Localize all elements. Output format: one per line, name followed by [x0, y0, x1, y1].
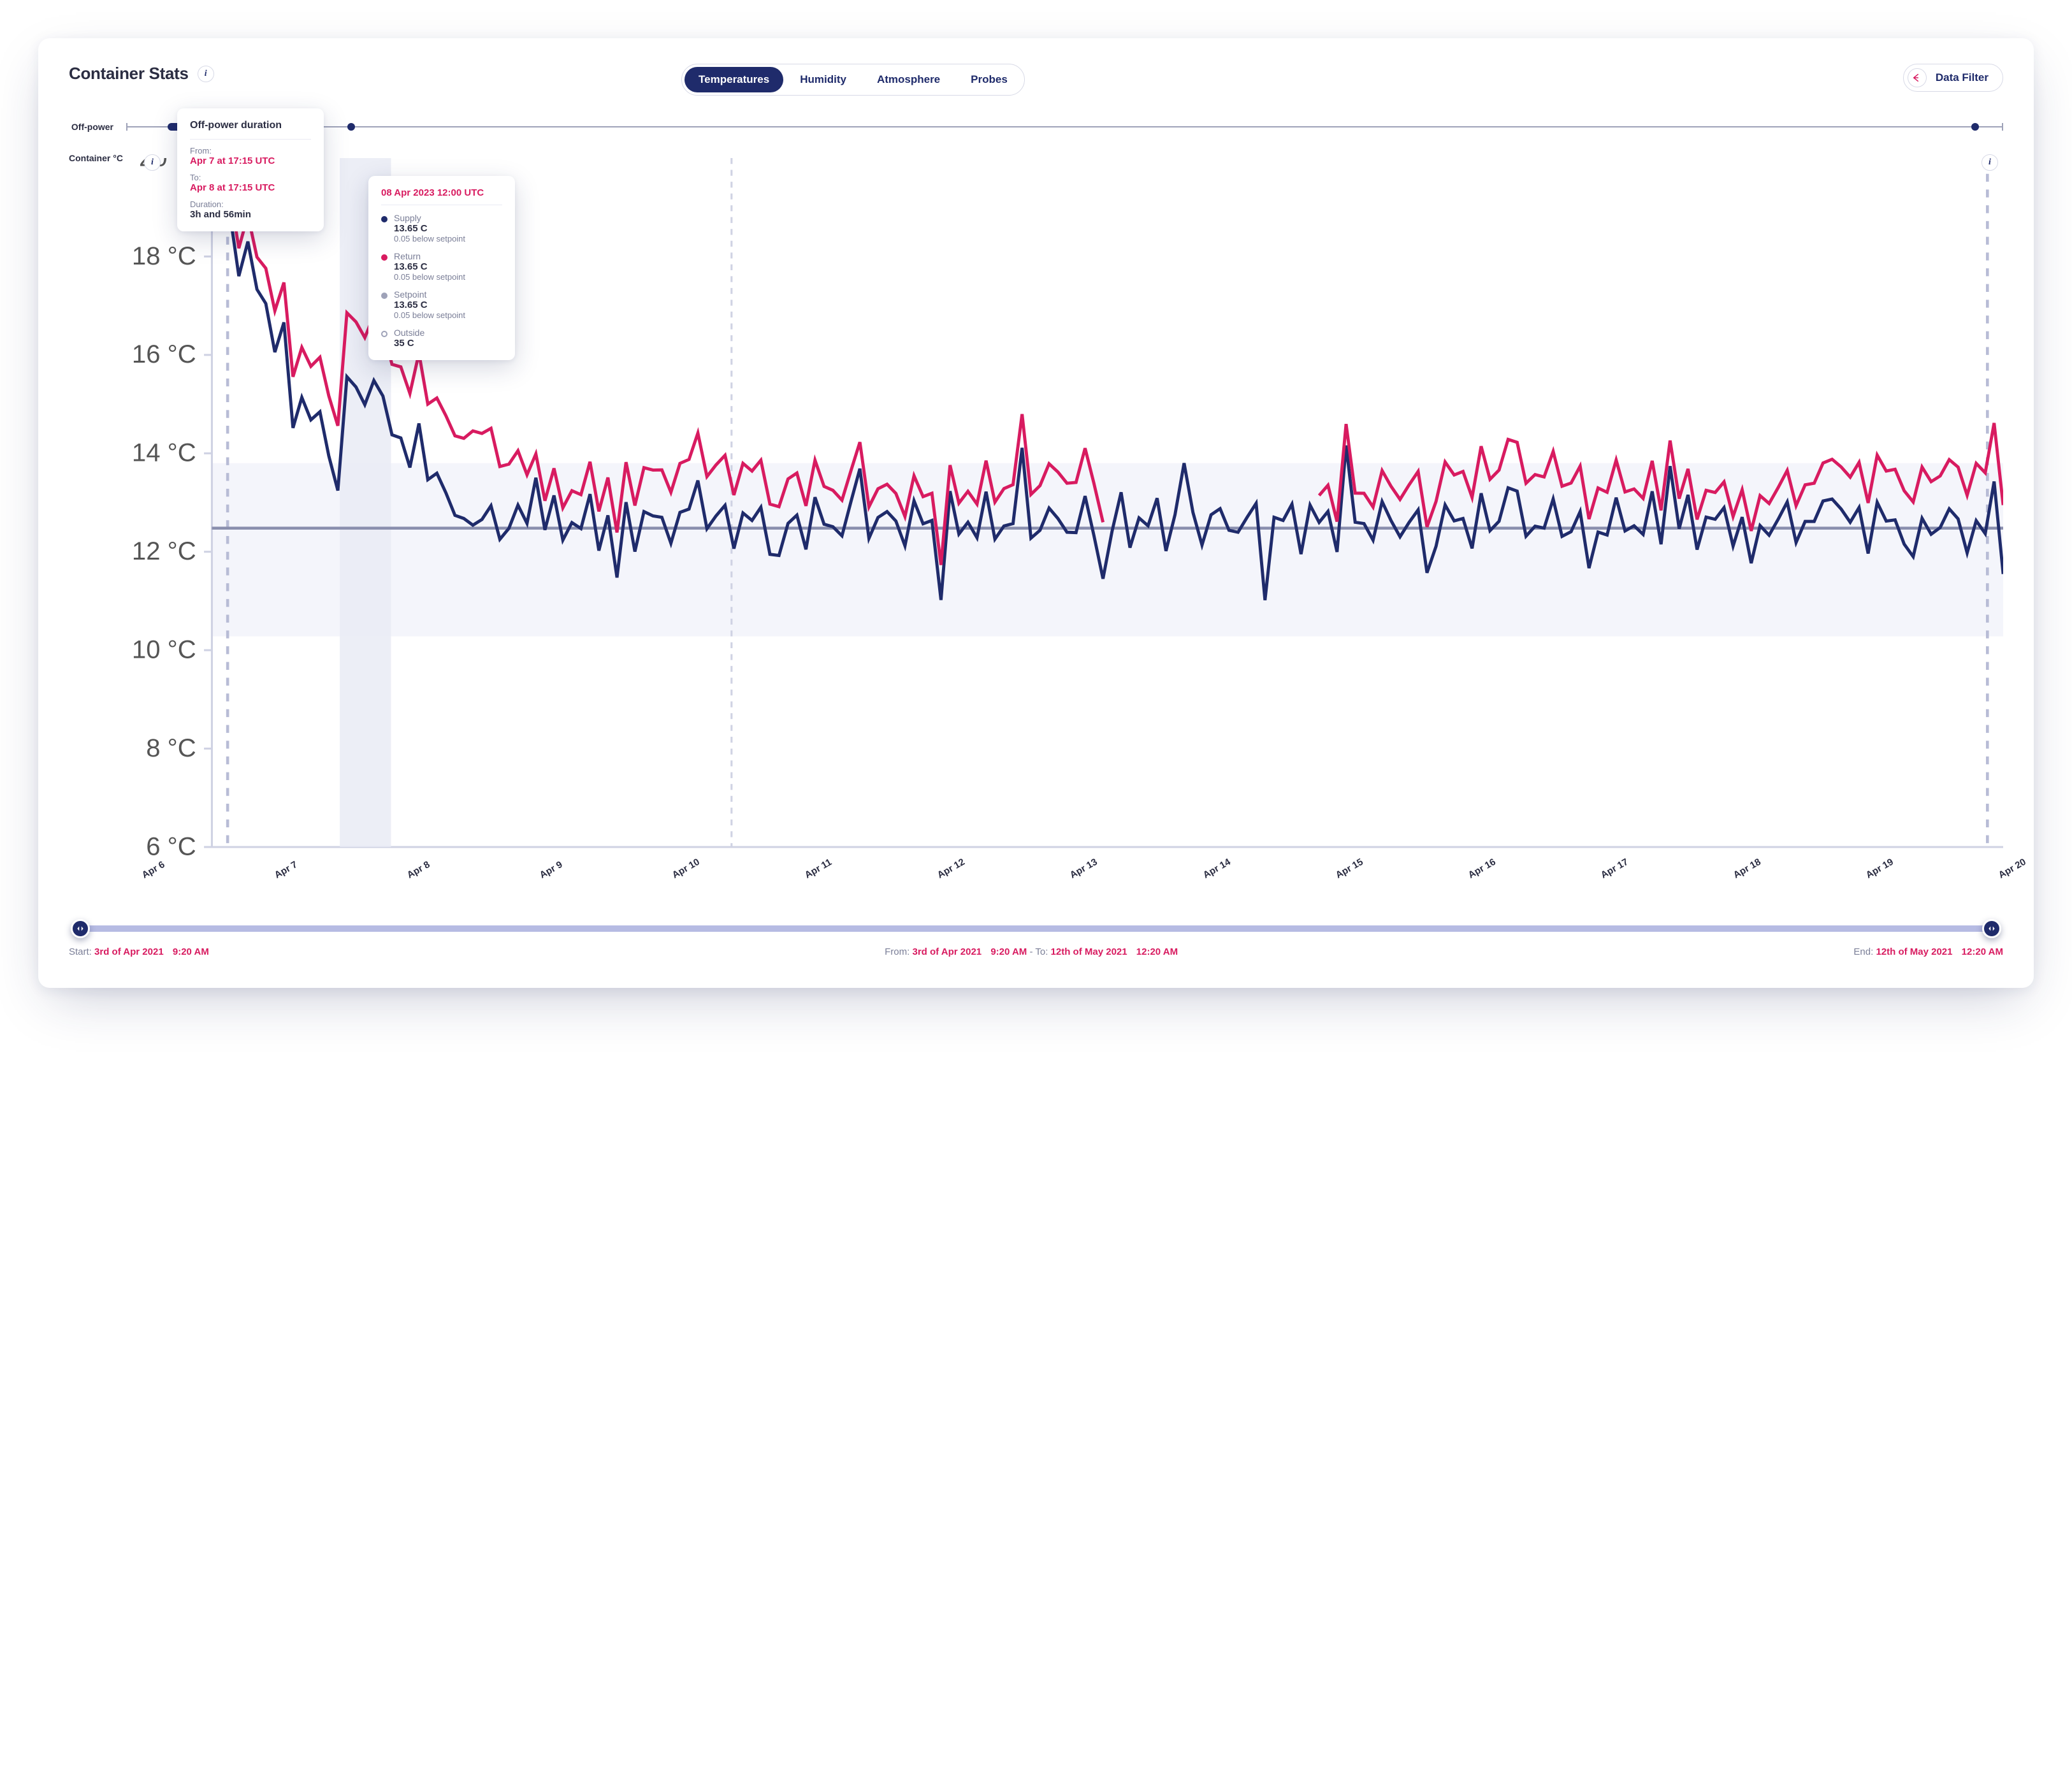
svg-text:14 °C: 14 °C — [132, 438, 196, 467]
x-tick: Apr 10 — [670, 871, 676, 881]
tab-humidity[interactable]: Humidity — [786, 67, 860, 92]
x-tick: Apr 20 — [1997, 871, 2003, 881]
off-power-dot[interactable] — [347, 123, 355, 131]
range-handle-start[interactable] — [71, 919, 90, 938]
x-tick: Apr 8 — [405, 871, 411, 881]
off-power-row: Off-power — [69, 121, 2003, 133]
container-stats-card: Container Stats i TemperaturesHumidityAt… — [38, 38, 2034, 988]
tooltip-row: Setpoint13.65 C0.05 below setpoint — [381, 289, 502, 320]
svg-text:6 °C: 6 °C — [146, 832, 196, 860]
duration-label: Duration: — [190, 199, 311, 209]
svg-text:12 °C: 12 °C — [132, 537, 196, 565]
x-tick: Apr 18 — [1732, 871, 1737, 881]
tab-temperatures[interactable]: Temperatures — [685, 67, 783, 92]
off-power-rail — [126, 126, 2003, 127]
svg-text:8 °C: 8 °C — [146, 734, 196, 762]
info-icon[interactable]: i — [198, 66, 214, 82]
temperature-chart[interactable]: Container °C i i 20°C18 °C16 °C14 °C12 °… — [113, 158, 2003, 881]
info-icon[interactable]: i — [1981, 154, 1998, 171]
series-dot-icon — [381, 254, 388, 261]
svg-text:16 °C: 16 °C — [132, 340, 196, 368]
range-handle-end[interactable] — [1982, 919, 2001, 938]
date-range-slider[interactable] — [69, 920, 2003, 938]
x-tick: Apr 14 — [1201, 871, 1206, 881]
datapoint-tooltip: 08 Apr 2023 12:00 UTC Supply13.65 C0.05 … — [368, 176, 515, 360]
off-power-popover: Off-power duration From: Apr 7 at 17:15 … — [177, 108, 324, 231]
x-tick: Apr 7 — [273, 871, 279, 881]
duration-value: 3h and 56min — [190, 209, 311, 220]
tooltip-timestamp: 08 Apr 2023 12:00 UTC — [381, 187, 502, 198]
filter-icon — [1908, 68, 1927, 87]
series-dot-icon — [381, 293, 388, 299]
x-axis-labels: Apr 6 Apr 7 Apr 8 Apr 9 Apr 10 Apr 11 Apr 12 Ap… — [143, 871, 2003, 881]
popover-title: Off-power duration — [190, 120, 311, 131]
tooltip-row: Return13.65 C0.05 below setpoint — [381, 251, 502, 282]
off-power-track[interactable] — [126, 121, 2003, 133]
x-tick: Apr 13 — [1068, 871, 1074, 881]
title-block: Container Stats i — [69, 64, 235, 83]
off-power-dot[interactable] — [1971, 123, 1979, 131]
svg-text:18 °C: 18 °C — [132, 242, 196, 270]
filter-label: Data Filter — [1936, 71, 1989, 84]
chart-info-start: i — [144, 154, 161, 171]
tab-probes[interactable]: Probes — [957, 67, 1022, 92]
tooltip-row: Outside35 C — [381, 328, 502, 349]
x-tick: Apr 19 — [1864, 871, 1870, 881]
tab-atmosphere[interactable]: Atmosphere — [863, 67, 954, 92]
range-end: End: 12th of May 2021 12:20 AM — [1853, 946, 2003, 957]
x-tick: Apr 9 — [538, 871, 544, 881]
x-tick: Apr 12 — [936, 871, 941, 881]
x-tick: Apr 15 — [1333, 871, 1339, 881]
chart-y-label: Container °C — [69, 153, 123, 163]
off-power-label: Off-power — [69, 122, 113, 132]
page-title: Container Stats — [69, 64, 189, 83]
info-icon[interactable]: i — [144, 154, 161, 171]
series-dot-icon — [381, 331, 388, 337]
x-tick: Apr 17 — [1598, 871, 1604, 881]
range-rail — [80, 925, 1992, 932]
from-label: From: — [190, 146, 311, 156]
chart-info-end: i — [1981, 154, 1998, 171]
x-tick: Apr 6 — [140, 871, 146, 881]
range-meta: Start: 3rd of Apr 2021 9:20 AM From: 3rd… — [69, 946, 2003, 957]
series-dot-icon — [381, 216, 388, 222]
tooltip-row: Supply13.65 C0.05 below setpoint — [381, 213, 502, 243]
data-filter-button[interactable]: Data Filter — [1903, 64, 2003, 92]
header: Container Stats i TemperaturesHumidityAt… — [69, 64, 2003, 96]
range-start: Start: 3rd of Apr 2021 9:20 AM — [69, 946, 209, 957]
range-from-to: From: 3rd of Apr 2021 9:20 AM - To: 12th… — [885, 946, 1178, 957]
from-value: Apr 7 at 17:15 UTC — [190, 156, 311, 166]
svg-text:10 °C: 10 °C — [132, 635, 196, 663]
x-tick: Apr 16 — [1466, 871, 1472, 881]
stat-tabs: TemperaturesHumidityAtmosphereProbes — [681, 64, 1025, 96]
x-tick: Apr 11 — [803, 871, 809, 881]
to-value: Apr 8 at 17:15 UTC — [190, 182, 311, 193]
to-label: To: — [190, 173, 311, 182]
